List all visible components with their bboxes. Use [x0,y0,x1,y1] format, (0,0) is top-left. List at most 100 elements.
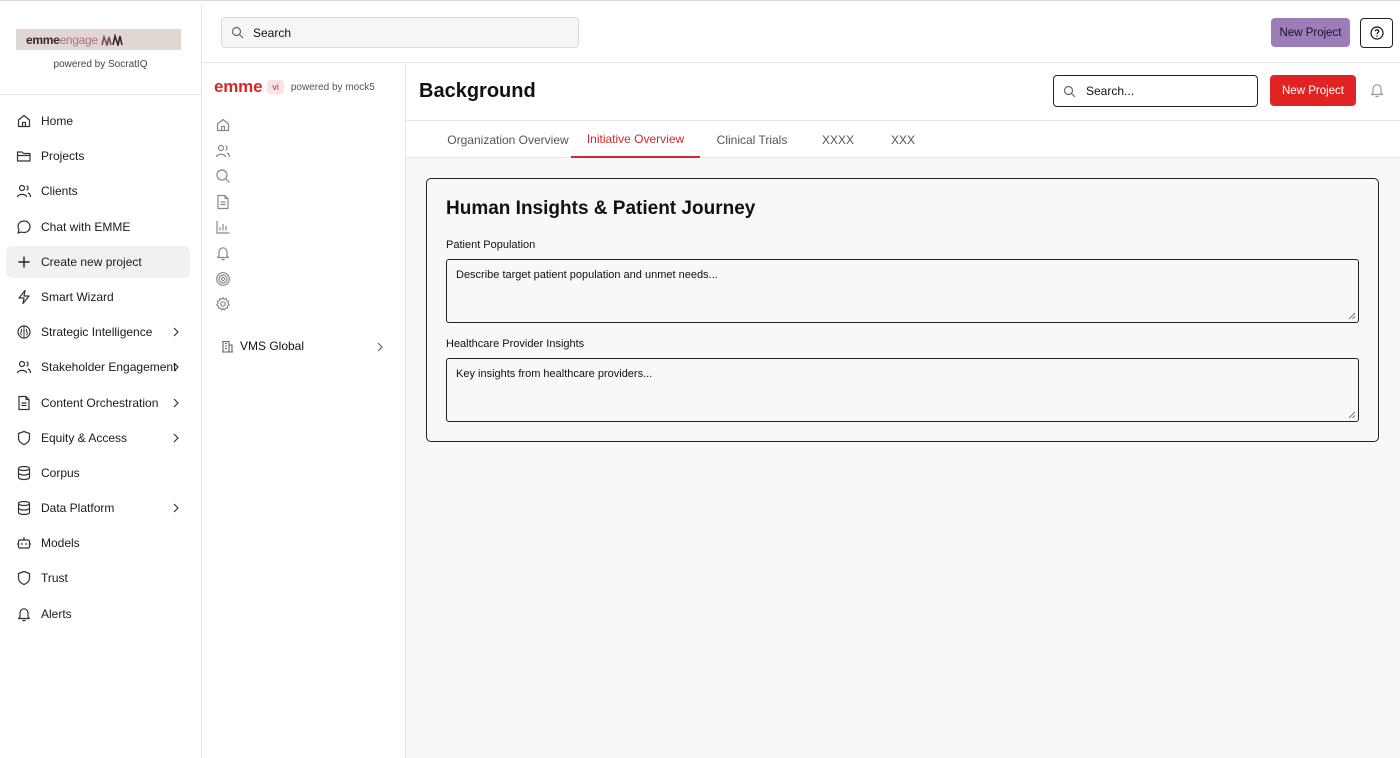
powered-by-text: powered by SocratIQ [53,59,148,70]
users-icon [16,361,32,374]
tab-clinical-trials[interactable]: Clinical Trials [708,121,796,158]
patient-population-textarea[interactable]: Describe target patient population and u… [446,259,1359,323]
panel-powered-by: powered by mock5 [290,81,375,93]
sidebar-item-label: Alerts [41,606,72,621]
main-header: Background Search... New Project [406,64,1400,121]
human-insights-card: Human Insights & Patient Journey Patient… [426,178,1379,442]
chart-icon[interactable] [215,219,231,235]
sidebar-item-label: Smart Wizard [41,289,114,304]
sidebar-item-label: Content Orchestration [41,395,159,410]
page-title: Background [419,80,536,102]
chevron-right-icon [173,327,179,337]
sidebar-item-smart-wizard[interactable]: Smart Wizard [6,281,190,313]
sidebar-item-label: Data Platform [41,501,115,516]
bell-icon[interactable] [215,245,231,261]
tab-bar: Organization Overview Initiative Overvie… [406,121,1400,158]
panel-brand: emme vi powered by mock5 [214,77,375,97]
resize-handle-icon[interactable] [1348,312,1356,320]
gear-icon[interactable] [215,296,231,312]
sidebar-item-strategic-intelligence[interactable]: Strategic Intelligence [6,316,190,348]
logo-mark-icon [100,33,123,46]
workspace-vms-global[interactable]: VMS Global [221,337,384,355]
bell-icon[interactable] [1369,82,1385,98]
users-icon [16,185,32,198]
main-content: Background Search... New Project Organiz… [406,64,1400,758]
page-search-placeholder: Search... [1086,84,1135,98]
chevron-right-icon [173,503,179,513]
patient-population-placeholder: Describe target patient population and u… [456,269,718,281]
sidebar-item-label: Chat with EMME [41,219,131,234]
workspace-label: VMS Global [240,339,305,353]
chevron-right-icon [173,362,179,372]
users-icon[interactable] [215,143,231,159]
tab-xxx[interactable]: XXX [882,121,924,158]
global-search-input[interactable]: Search [221,17,579,48]
search-icon[interactable] [215,168,231,184]
sidebar-item-data-platform[interactable]: Data Platform [6,492,190,524]
healthcare-provider-insights-textarea[interactable]: Key insights from healthcare providers..… [446,358,1359,422]
chevron-right-icon [173,433,179,443]
shield-icon [17,571,31,586]
sidebar-item-label: Projects [41,149,85,164]
sidebar-item-chat[interactable]: Chat with EMME [6,211,190,243]
logo-text-engage: engage [59,32,99,47]
top-bar: Search New Project [202,4,1400,63]
help-circle-icon [1369,26,1384,40]
logo-text-emme: emme [26,32,60,47]
sidebar-item-label: Stakeholder Engagement [41,360,177,375]
new-project-button[interactable]: New Project [1270,75,1356,106]
sidebar-item-create-new-project[interactable]: Create new project [6,245,190,278]
healthcare-provider-insights-label: Healthcare Provider Insights [446,338,585,350]
sidebar-item-label: Create new project [41,254,142,269]
card-title: Human Insights & Patient Journey [446,198,756,219]
sidebar-item-label: Equity & Access [41,430,128,445]
bot-icon [17,537,31,549]
sidebar-item-trust[interactable]: Trust [6,562,190,594]
sidebar-item-label: Clients [41,184,78,199]
home-icon[interactable] [215,117,231,133]
tab-initiative-overview[interactable]: Initiative Overview [571,121,700,158]
database-icon [17,500,31,516]
resize-handle-icon[interactable] [1348,411,1356,419]
chat-icon [17,219,31,234]
sidebar-item-home[interactable]: Home [6,105,190,137]
sidebar-item-content-orchestration[interactable]: Content Orchestration [6,387,190,419]
document-icon[interactable] [215,194,231,210]
sidebar-item-label: Corpus [41,465,80,480]
search-icon [1063,85,1076,97]
help-button[interactable] [1360,18,1393,48]
page-search-input[interactable]: Search... [1053,75,1258,107]
database-icon [17,465,31,480]
sidebar: emme engage powered by SocratIQ Home Proj… [0,4,202,758]
folder-icon [16,151,31,162]
sidebar-item-label: Models [41,536,80,551]
sidebar-item-projects[interactable]: Projects [6,140,190,172]
panel-brand-name: emme [214,77,263,96]
healthcare-provider-insights-placeholder: Key insights from healthcare providers..… [456,368,653,380]
global-search-placeholder: Search [253,25,292,40]
tab-xxxx[interactable]: XXXX [814,121,862,158]
top-new-project-button[interactable]: New Project [1271,18,1350,47]
sidebar-item-label: Strategic Intelligence [41,325,153,340]
sidebar-item-equity-access[interactable]: Equity & Access [6,422,190,454]
sidebar-item-label: Trust [41,571,68,586]
chevron-right-icon [173,398,179,407]
sidebar-item-clients[interactable]: Clients [6,175,190,207]
sidebar-item-models[interactable]: Models [6,527,190,559]
building-icon [222,340,233,353]
sidebar-item-alerts[interactable]: Alerts [6,598,190,630]
brand-logo[interactable]: emme engage [16,29,181,50]
search-icon [231,26,244,39]
sidebar-item-corpus[interactable]: Corpus [6,457,190,489]
brain-icon [17,325,31,339]
tab-organization-overview[interactable]: Organization Overview [427,121,589,158]
sidebar-nav: Home Projects Clients Chat with EMME Cre… [0,95,201,630]
bell-icon [17,607,31,621]
document-icon [18,395,30,410]
sidebar-item-stakeholder-engagement[interactable]: Stakeholder Engagement [6,351,190,383]
target-icon[interactable] [215,271,231,287]
sidebar-item-label: Home [41,114,74,128]
plus-icon [18,256,30,268]
chevron-right-icon [377,342,383,352]
shield-icon [17,430,31,445]
